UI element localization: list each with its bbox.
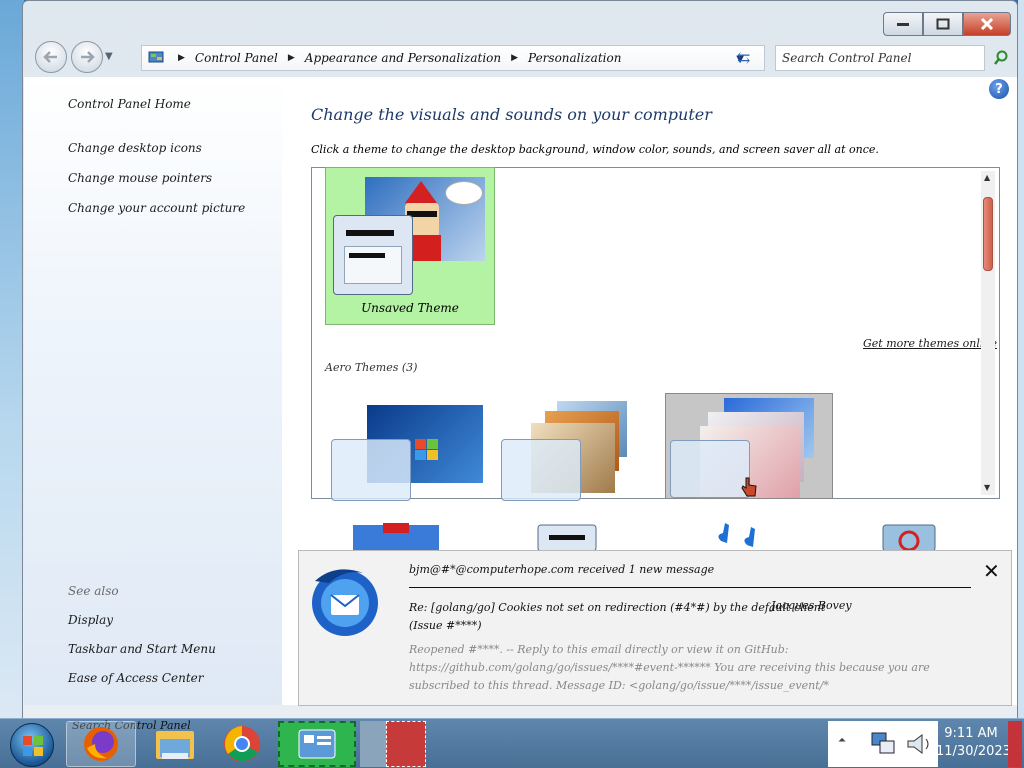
window-caption-buttons [883, 12, 1011, 36]
theme-gallery-scrollbar[interactable]: ▲ ▼ [981, 171, 995, 495]
notification-subject-tail: (Issue #****) [409, 619, 482, 632]
get-more-themes-link[interactable]: Get more themes online [863, 337, 997, 350]
change-mouse-pointers-link[interactable]: Change mouse pointers [68, 171, 212, 185]
scroll-up-arrow[interactable]: ▲ [984, 173, 990, 182]
santa-hat [405, 181, 437, 203]
firefox-icon [84, 727, 118, 761]
ease-of-access-link[interactable]: Ease of Access Center [68, 671, 203, 685]
close-icon [980, 18, 994, 30]
theme-window-preview [501, 439, 581, 501]
chrome-icon [224, 726, 260, 762]
breadcrumb-separator: ▶ [511, 53, 519, 63]
back-icon [43, 51, 57, 63]
help-icon[interactable]: ? [989, 79, 1009, 99]
close-button[interactable] [963, 12, 1011, 36]
santa-body [411, 235, 441, 261]
preview-title-bar [346, 230, 394, 236]
taskbar: Search Control Panel ⏶ 9:11 AM 11/30/202… [0, 718, 1024, 768]
notification-body: Reopened #****. -- Reply to this email d… [409, 643, 930, 692]
desktop-background-left [0, 0, 24, 720]
maximize-icon [936, 18, 950, 30]
forward-icon [81, 51, 95, 63]
notification-divider [409, 587, 971, 588]
page-description: Click a theme to change the desktop back… [311, 143, 879, 156]
start-button[interactable] [10, 723, 54, 767]
breadcrumb-personalization[interactable]: Personalization [528, 51, 621, 65]
breadcrumb-separator: ▶ [287, 53, 295, 63]
chrome-taskbar-button[interactable] [212, 721, 272, 767]
windows-7-theme-tile[interactable] [325, 393, 493, 501]
page-title: Change the visuals and sounds on your co… [311, 105, 712, 124]
breadcrumb-control-panel[interactable]: Control Panel [195, 51, 278, 65]
speech-bubble [445, 181, 483, 205]
hand-cursor-icon [741, 477, 757, 497]
thunderbird-icon [312, 569, 378, 636]
back-button[interactable] [35, 41, 67, 73]
windows-logo-icon [23, 736, 43, 756]
unsaved-theme-label: Unsaved Theme [361, 301, 459, 315]
left-navigation-pane: Control Panel Home Change desktop icons … [24, 77, 282, 705]
firefox-taskbar-button[interactable] [66, 721, 136, 767]
theme-window-preview [331, 439, 411, 501]
network-icon[interactable] [868, 729, 898, 759]
change-desktop-icons-link[interactable]: Change desktop icons [68, 141, 202, 155]
clock-time: 9:11 AM [944, 726, 998, 741]
taskbar-clock[interactable]: 9:11 AM 11/30/2023 [936, 725, 1011, 761]
show-desktop-button[interactable] [1008, 721, 1022, 767]
email-notification[interactable]: bjm@#*@computerhope.com received 1 new m… [298, 550, 1012, 706]
desktop-background-icon[interactable] [353, 521, 443, 551]
explorer-taskbar-button[interactable] [140, 721, 210, 767]
sounds-icon[interactable] [711, 521, 775, 551]
notification-area: ⏶ [828, 721, 938, 767]
search-input[interactable]: Search Control Panel [775, 45, 985, 71]
display-link[interactable]: Display [68, 613, 113, 627]
address-bar[interactable]: ▶ Control Panel ▶ Appearance and Persona… [141, 45, 765, 71]
control-panel-home-link[interactable]: Control Panel Home [68, 97, 191, 111]
forward-button[interactable] [71, 41, 103, 73]
architecture-theme-tile[interactable] [497, 393, 665, 501]
notification-author: Jacques Bovey [771, 599, 852, 612]
preview-text-bar [349, 253, 385, 258]
refresh-button[interactable]: ⇆ [737, 48, 750, 67]
show-hidden-icons-button[interactable]: ⏶ [838, 735, 846, 746]
scroll-down-arrow[interactable]: ▼ [984, 483, 990, 492]
control-panel-taskbar-icon [298, 729, 336, 759]
minimize-icon [897, 23, 909, 26]
search-icon[interactable] [993, 50, 1009, 66]
theme-window-preview [670, 440, 750, 498]
minimize-button[interactable] [883, 12, 923, 36]
notification-close-button[interactable]: ✕ [983, 559, 1000, 583]
window-color-icon[interactable] [537, 521, 599, 551]
characters-theme-tile[interactable] [665, 393, 833, 499]
desktop-background-right [1018, 0, 1024, 720]
breadcrumb-appearance[interactable]: Appearance and Personalization [305, 51, 501, 65]
see-also-heading: See also [68, 584, 119, 598]
refresh-icon: ⇆ [737, 48, 751, 67]
explorer-icon [156, 731, 194, 759]
volume-icon[interactable] [902, 729, 932, 759]
preview-content [344, 246, 402, 284]
unsaved-theme-window-preview [333, 215, 413, 295]
clock-date: 11/30/2023 [936, 744, 1011, 759]
scrollbar-thumb[interactable] [983, 197, 993, 271]
taskbar-window-button[interactable] [386, 721, 426, 767]
notification-sender: bjm@#*@computerhope.com received 1 new m… [409, 563, 715, 576]
control-panel-taskbar-button[interactable] [278, 721, 356, 767]
recent-pages-dropdown[interactable]: ▼ [105, 51, 113, 62]
control-panel-icon [148, 51, 164, 63]
breadcrumb-separator: ▶ [178, 53, 185, 63]
maximize-button[interactable] [923, 12, 963, 36]
aero-themes-heading: Aero Themes (3) [325, 361, 418, 374]
screen-saver-icon[interactable] [881, 521, 937, 551]
taskbar-window-button[interactable] [360, 721, 386, 767]
change-account-picture-link[interactable]: Change your account picture [68, 201, 245, 215]
taskbar-start-menu-link[interactable]: Taskbar and Start Menu [68, 642, 216, 656]
